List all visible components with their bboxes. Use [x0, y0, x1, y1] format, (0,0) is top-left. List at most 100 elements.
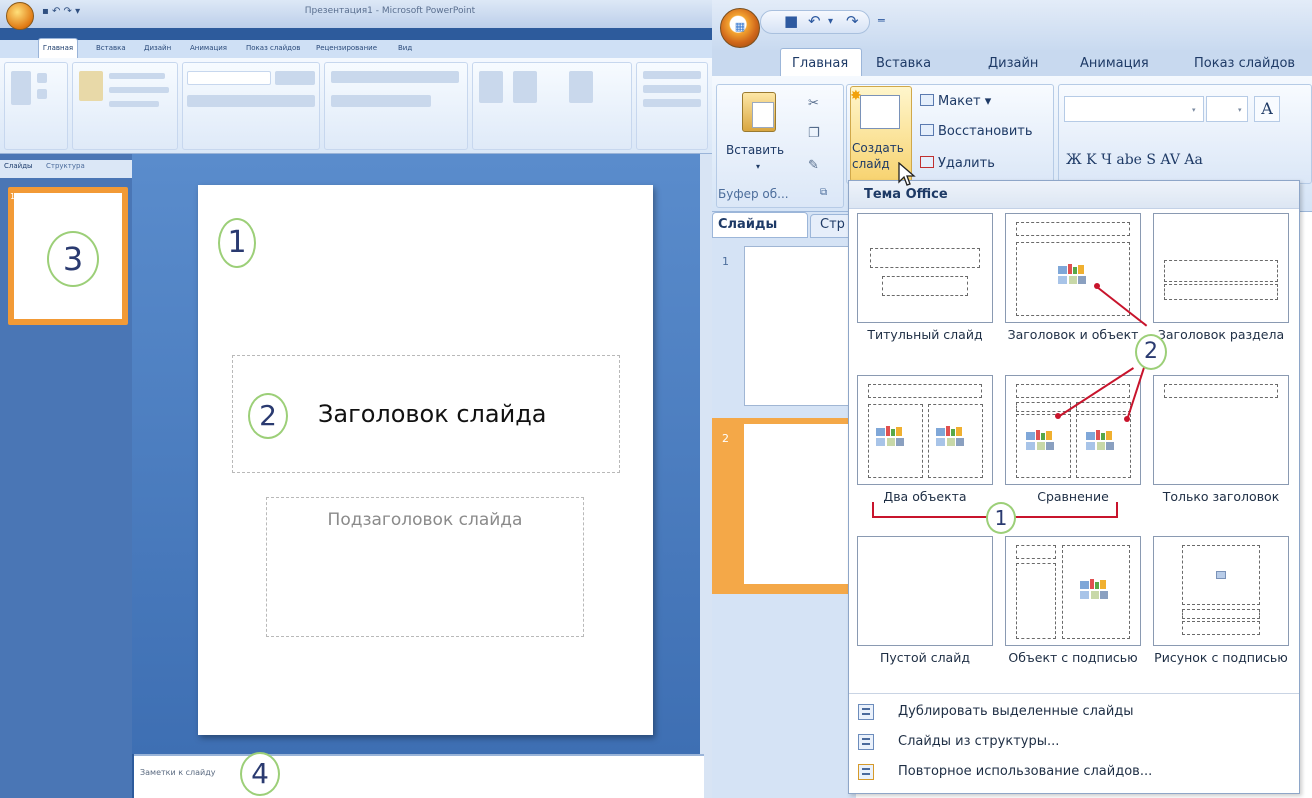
menu-duplicate-slides-label: Дублировать выделенные слайды [898, 704, 1134, 719]
clipboard-group-label: Буфер об... [718, 187, 789, 201]
font-group [182, 62, 320, 150]
tab-outline-label: Стр [820, 217, 845, 232]
new-star-icon: ✸ [850, 88, 862, 104]
slides-from-outline-icon [858, 734, 874, 750]
paragraph-group [324, 62, 468, 150]
slide-title-text: Заголовок слайда [318, 400, 547, 428]
layout-icon [920, 94, 934, 106]
font-name-dropdown-icon[interactable]: ▾ [1192, 106, 1196, 114]
tab-slides-label: Слайды [718, 217, 778, 232]
menu-slides-from-outline[interactable]: Слайды из структуры... [858, 731, 1288, 755]
grow-font-button[interactable]: A [1254, 96, 1280, 122]
thumbnail-number-2: 2 [722, 432, 729, 445]
font-name-combobox[interactable] [1064, 96, 1204, 122]
label-content-with-caption: Объект с подписью [1008, 650, 1138, 665]
layout-two-content[interactable] [857, 375, 993, 485]
layout-comparison[interactable] [1005, 375, 1141, 485]
vertical-scrollbar[interactable] [700, 154, 712, 798]
delete-button[interactable]: Удалить [920, 156, 995, 171]
layout-blank[interactable] [857, 536, 993, 646]
slide-thumbnail-2[interactable] [744, 424, 856, 584]
callout-1-right: 1 [986, 502, 1016, 534]
menu-slides-from-outline-label: Слайды из структуры... [898, 734, 1060, 749]
layout-title-only[interactable] [1153, 375, 1289, 485]
annotation-dot [1055, 413, 1061, 419]
layout-button-label: Макет [938, 94, 981, 109]
layout-section-header[interactable] [1153, 213, 1289, 323]
tab-animation[interactable]: Анимация [1080, 56, 1149, 71]
layout-title-slide[interactable] [857, 213, 993, 323]
label-title-slide: Титульный слайд [867, 327, 983, 342]
tab-slideshow[interactable]: Показ слайдов [1194, 56, 1295, 71]
layout-content-with-caption[interactable] [1005, 536, 1141, 646]
quick-access-toolbar[interactable]: ▪ ↶ ↷ ▾ [42, 6, 112, 20]
workspace-edge [1300, 212, 1312, 798]
content-icons [1080, 579, 1110, 601]
redo-icon[interactable]: ↷ [846, 12, 859, 30]
clipboard-group [4, 62, 68, 150]
paste-button-label[interactable]: Вставить [726, 143, 784, 157]
callout-1: 1 [218, 218, 256, 268]
label-blank: Пустой слайд [880, 650, 970, 665]
paste-paper-icon [752, 102, 774, 128]
content-icons [1086, 430, 1116, 452]
menu-duplicate-slides[interactable]: Дублировать выделенные слайды [858, 701, 1288, 725]
office-logo-icon: ▦ [734, 20, 746, 33]
office-button-icon[interactable] [6, 2, 34, 30]
tab-insert[interactable]: Вставка [96, 44, 126, 52]
label-title-only: Только заголовок [1162, 489, 1280, 504]
slides-group [72, 62, 178, 150]
tab-view[interactable]: Вид [398, 44, 412, 52]
font-size-dropdown-icon[interactable]: ▾ [1238, 106, 1242, 114]
tab-design[interactable]: Дизайн [144, 44, 171, 52]
picture-icon [1216, 571, 1226, 579]
callout-2: 2 [248, 393, 288, 439]
undo-dropdown-icon[interactable]: ▾ [828, 16, 833, 27]
font-format-buttons[interactable]: Ж K Ч abe S AV Aa [1066, 152, 1203, 168]
thumbnail-number-1: 1 [722, 255, 729, 268]
tab-insert[interactable]: Вставка [876, 56, 931, 71]
paste-dropdown-icon[interactable]: ▾ [756, 162, 760, 171]
layout-button[interactable]: Макет ▾ [920, 94, 991, 109]
tab-slideshow[interactable]: Показ слайдов [246, 44, 300, 52]
editing-group [636, 62, 708, 150]
tab-home[interactable]: Главная [792, 56, 848, 71]
tab-review[interactable]: Рецензирование [316, 44, 377, 52]
callout-3: 3 [47, 231, 99, 287]
tab-outline[interactable]: Структура [46, 162, 85, 170]
notes-pane[interactable] [134, 754, 704, 798]
tab-slides[interactable]: Слайды [4, 162, 33, 170]
layout-picture-with-caption[interactable] [1153, 536, 1289, 646]
window-title: Презентация1 - Microsoft PowerPoint [304, 6, 476, 16]
dialog-launcher-icon[interactable]: ⧉ [820, 187, 827, 198]
notes-placeholder-text: Заметки к слайду [140, 768, 216, 777]
callout-4: 4 [240, 752, 280, 796]
new-slide-icon [860, 95, 900, 129]
mouse-cursor-icon [898, 162, 916, 186]
label-picture-with-caption: Рисунок с подписью [1154, 650, 1288, 665]
copy-icon[interactable]: ❐ [808, 126, 820, 141]
reset-icon [920, 124, 934, 136]
content-icons [936, 426, 966, 448]
content-icons [1058, 264, 1088, 286]
cut-icon[interactable]: ✂ [808, 96, 819, 111]
drawing-group [472, 62, 632, 150]
delete-icon [920, 156, 934, 168]
undo-icon[interactable]: ↶ [808, 12, 821, 30]
format-painter-icon[interactable]: ✎ [808, 158, 819, 173]
gallery-separator [849, 693, 1299, 694]
reset-button[interactable]: Восстановить [920, 124, 1033, 139]
customize-qat-icon[interactable]: ═ [878, 14, 885, 27]
slide-thumbnail-1[interactable] [744, 246, 856, 406]
label-title-and-content: Заголовок и объект [1007, 327, 1139, 342]
tab-animation[interactable]: Анимация [190, 44, 227, 52]
slide-subtitle-text: Подзаголовок слайда [327, 510, 523, 530]
reset-button-label: Восстановить [938, 124, 1033, 139]
tab-design[interactable]: Дизайн [988, 56, 1038, 71]
annotation-dot [1094, 283, 1100, 289]
tab-home[interactable]: Главная [38, 38, 78, 58]
duplicate-slides-icon [858, 704, 874, 720]
save-icon[interactable]: ■ [784, 12, 798, 30]
menu-reuse-slides[interactable]: Повторное использование слайдов... [858, 761, 1288, 785]
callout-2-right: 2 [1135, 334, 1167, 370]
